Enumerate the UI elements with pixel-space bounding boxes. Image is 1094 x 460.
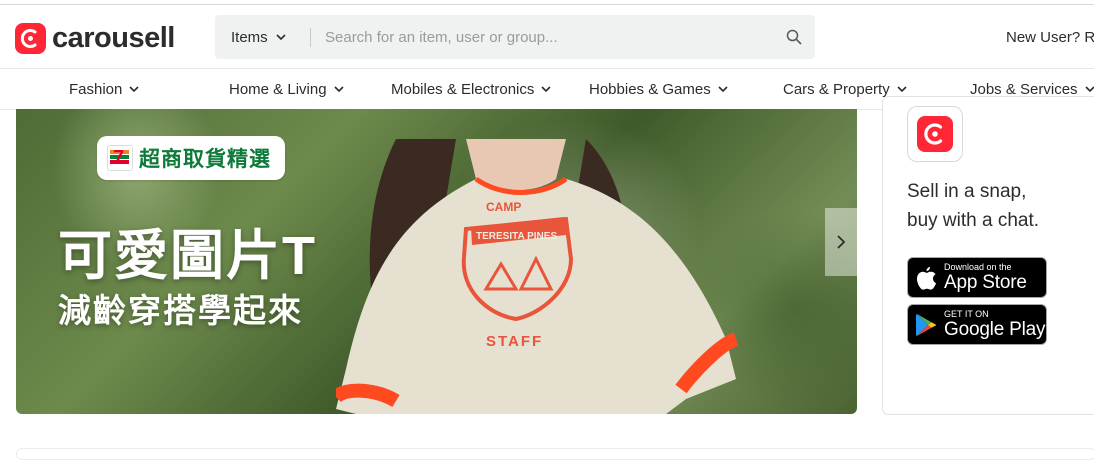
category-home-living[interactable]: Home & Living <box>229 69 344 109</box>
new-user-link[interactable]: New User? R <box>1006 29 1094 46</box>
search-bar: Items <box>215 15 815 59</box>
category-fashion[interactable]: Fashion <box>69 69 139 109</box>
logo[interactable]: carousell <box>15 22 175 54</box>
category-hobbies-games[interactable]: Hobbies & Games <box>589 69 728 109</box>
category-label: Cars & Property <box>783 80 890 98</box>
search-category-label: Items <box>231 28 268 46</box>
google-play-button[interactable]: GET IT ON Google Play <box>907 304 1047 345</box>
apple-icon <box>917 266 936 290</box>
tagline-line-2: buy with a chat. <box>907 210 1040 231</box>
shirt-print-top: CAMP <box>486 200 521 214</box>
chevron-down-icon <box>129 86 139 92</box>
google-play-big-text: Google Play <box>944 319 1046 340</box>
search-input[interactable] <box>325 15 765 59</box>
banner-subheadline: 減齡穿搭學起來 <box>58 292 303 329</box>
banner-next-button[interactable] <box>825 208 857 276</box>
app-tagline: Sell in a snap, buy with a chat. <box>907 177 1094 235</box>
banner-headline: 可愛圖片T <box>58 226 317 286</box>
seven-eleven-icon: 7 <box>107 145 133 171</box>
category-label: Home & Living <box>229 80 327 98</box>
search-category-dropdown[interactable]: Items <box>231 15 286 59</box>
promo-banner[interactable]: CAMP TERESITA PINES STAFF 7 超商取貨精選 可愛圖片T… <box>16 109 857 414</box>
carousell-app-icon <box>907 106 963 162</box>
site-header: carousell Items New User? R <box>0 5 1094 68</box>
chevron-down-icon <box>718 86 728 92</box>
category-label: Mobiles & Electronics <box>391 80 535 98</box>
chevron-down-icon <box>1084 86 1094 92</box>
search-divider <box>310 28 311 47</box>
app-store-big-text: App Store <box>944 272 1027 293</box>
chevron-down-icon <box>276 34 286 40</box>
next-section-card <box>16 448 1094 460</box>
category-mobiles-electronics[interactable]: Mobiles & Electronics <box>391 69 551 109</box>
chevron-down-icon <box>541 86 551 92</box>
category-label: Hobbies & Games <box>589 80 711 98</box>
app-download-card: Sell in a snap, buy with a chat. Downloa… <box>882 96 1094 415</box>
chevron-right-icon <box>837 235 846 249</box>
carousell-logo-icon <box>15 22 46 54</box>
tagline-line-1: Sell in a snap, <box>907 181 1027 202</box>
app-store-small-text: Download on the <box>944 262 1012 272</box>
category-label: Jobs & Services <box>970 80 1078 98</box>
promo-badge: 7 超商取貨精選 <box>97 136 285 180</box>
promo-badge-text: 超商取貨精選 <box>139 148 271 171</box>
app-store-button[interactable]: Download on the App Store <box>907 257 1047 298</box>
chevron-down-icon <box>333 86 344 92</box>
banner-model-image: CAMP TERESITA PINES STAFF <box>336 139 739 414</box>
google-play-icon <box>916 313 937 336</box>
category-label: Fashion <box>69 80 123 98</box>
google-play-small-text: GET IT ON <box>944 309 989 319</box>
logo-text: carousell <box>52 22 175 54</box>
shirt-print-bottom: STAFF <box>486 333 543 350</box>
chevron-down-icon <box>897 86 907 92</box>
search-icon[interactable] <box>786 29 802 45</box>
shirt-print-arc: TERESITA PINES <box>476 231 557 242</box>
